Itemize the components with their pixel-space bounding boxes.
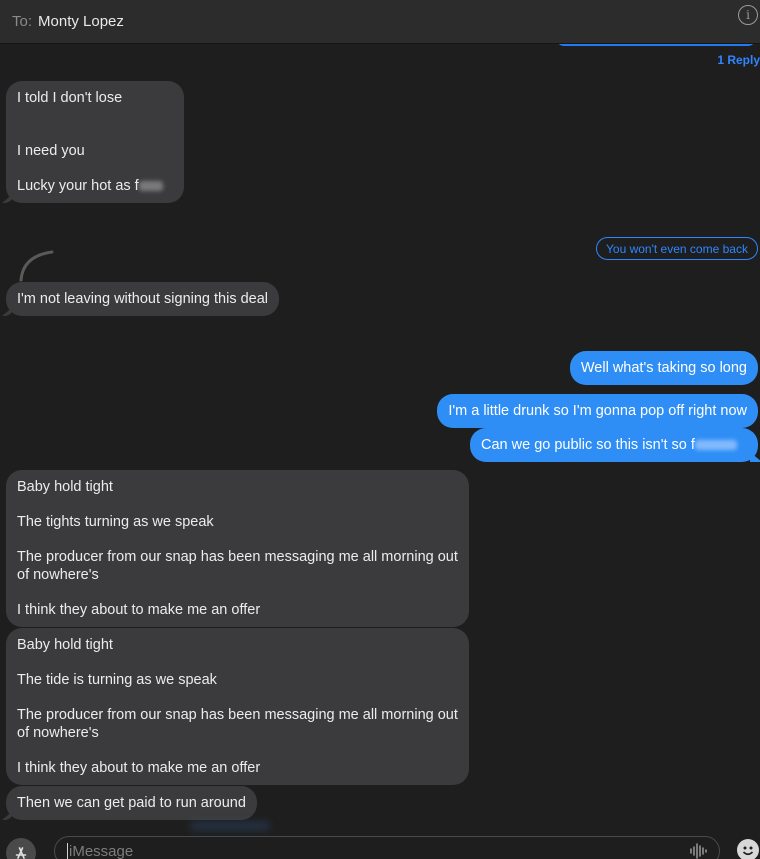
message-line: I think they about to make me an offer xyxy=(17,602,261,618)
message-bubble-incoming[interactable]: I told I don't lose I need you Lucky you… xyxy=(6,81,184,203)
message-line: I'm a little drunk so I'm gonna pop off … xyxy=(448,403,747,419)
message-bubble-incoming[interactable]: Then we can get paid to run around xyxy=(6,786,257,820)
audio-waveform-icon[interactable] xyxy=(689,843,709,859)
to-label: To: xyxy=(12,13,33,30)
reply-count-link[interactable]: 1 Reply xyxy=(717,53,760,67)
message-line: I need you xyxy=(17,143,85,159)
message-line: The tights turning as we speak xyxy=(17,514,214,530)
message-line: The producer from our snap has been mess… xyxy=(17,707,458,741)
message-bubble-outgoing[interactable]: Can we go public so this isn't so f xyxy=(470,428,758,462)
emoji-face-glyph xyxy=(742,846,754,856)
redacted-blur xyxy=(138,181,163,192)
message-line: I think they about to make me an offer xyxy=(17,760,261,776)
message-bubble-incoming[interactable]: I'm not leaving without signing this dea… xyxy=(6,282,280,316)
info-icon[interactable]: i xyxy=(738,5,758,25)
message-line-text: Lucky your hot as f xyxy=(17,178,139,194)
app-store-glyph xyxy=(15,847,27,859)
message-bubble-outgoing[interactable]: Well what's taking so long xyxy=(569,351,758,385)
conversation-header: To: Monty Lopez i xyxy=(0,0,760,44)
message-line: The tide is turning as we speak xyxy=(17,672,217,688)
message-line: I'm not leaving without signing this dea… xyxy=(17,291,269,307)
message-bubble-outgoing[interactable]: I'm a little drunk so I'm gonna pop off … xyxy=(437,394,758,428)
message-bubble-incoming[interactable]: Baby hold tight The tights turning as we… xyxy=(6,470,469,627)
message-line: Lucky your hot as f xyxy=(17,177,173,195)
emoji-icon[interactable] xyxy=(737,839,759,859)
recipient-name[interactable]: Monty Lopez xyxy=(38,13,124,30)
message-line-text: Can we go public so this isn't so f xyxy=(481,437,695,453)
thread-connector-curve xyxy=(19,250,54,282)
message-line: Can we go public so this isn't so f xyxy=(481,436,747,454)
message-line: I told I don't lose xyxy=(17,90,123,106)
message-composer: iMessage xyxy=(0,826,760,859)
thread-reply-quote[interactable]: You won't even come back xyxy=(596,237,758,260)
redacted-blur xyxy=(694,440,737,451)
app-store-icon[interactable] xyxy=(6,838,36,859)
message-line: Baby hold tight xyxy=(17,479,113,495)
message-line: Well what's taking so long xyxy=(580,360,747,376)
text-caret xyxy=(67,843,68,859)
message-line: Then we can get paid to run around xyxy=(17,795,246,811)
message-line: The producer from our snap has been mess… xyxy=(17,549,458,583)
message-bubble-incoming[interactable]: Baby hold tight The tide is turning as w… xyxy=(6,628,469,785)
message-line: Baby hold tight xyxy=(17,637,113,653)
imessage-input[interactable]: iMessage xyxy=(54,836,720,859)
imessage-placeholder: iMessage xyxy=(69,842,134,859)
